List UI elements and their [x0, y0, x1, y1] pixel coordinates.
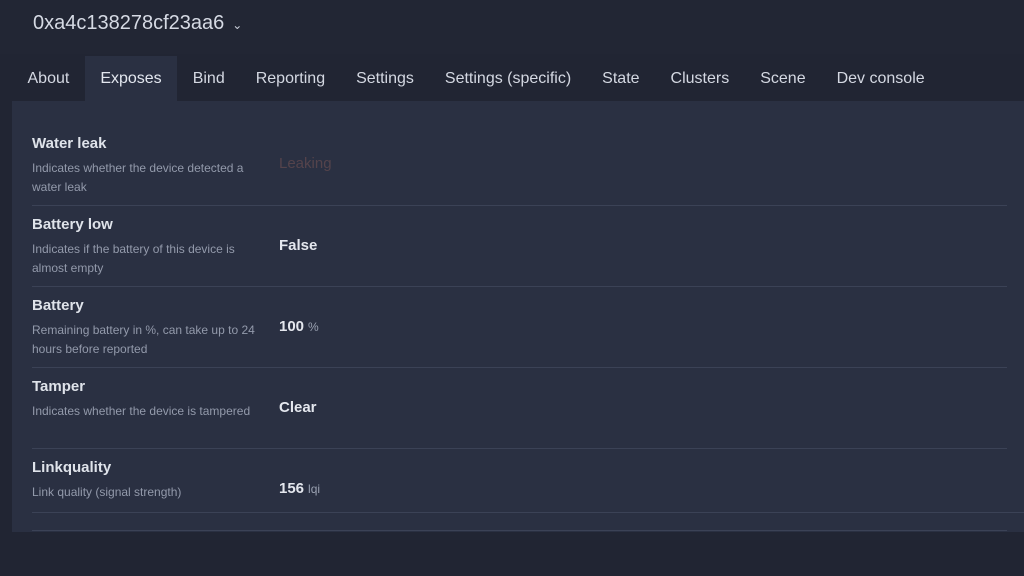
device-selector[interactable]: 0xa4c138278cf23aa6 ⌄	[33, 12, 242, 35]
expose-row-linkquality: Linkquality Link quality (signal strengt…	[32, 449, 1007, 531]
tab-exposes[interactable]: Exposes	[84, 56, 178, 101]
expose-value: False	[279, 237, 317, 254]
exposes-list: Water leak Indicates whether the device …	[32, 125, 1007, 531]
tab-bind[interactable]: Bind	[177, 56, 240, 101]
expose-unit: %	[308, 320, 319, 334]
expose-name: Battery low	[32, 216, 113, 233]
tab-state[interactable]: State	[587, 56, 655, 101]
expose-name: Water leak	[32, 135, 107, 152]
tab-dev-console[interactable]: Dev console	[821, 56, 940, 101]
tab-settings-specific[interactable]: Settings (specific)	[429, 56, 586, 101]
chevron-down-icon: ⌄	[232, 17, 243, 32]
expose-value: 156 lqi	[279, 480, 320, 497]
expose-unit: lqi	[308, 482, 321, 496]
expose-row-water-leak: Water leak Indicates whether the device …	[32, 125, 1007, 206]
expose-description: Indicates whether the device is tampered	[32, 404, 251, 418]
expose-value-text: 156	[279, 480, 305, 497]
device-title: 0xa4c138278cf23aa6	[33, 12, 225, 34]
expose-description: Indicates whether the device detected a …	[32, 161, 244, 194]
exposes-panel: Water leak Indicates whether the device …	[12, 101, 1024, 532]
tab-scene[interactable]: Scene	[745, 56, 821, 101]
expose-value: Leaking	[279, 155, 332, 172]
tab-bar: About Exposes Bind Reporting Settings Se…	[12, 56, 940, 101]
expose-row-battery-low: Battery low Indicates if the battery of …	[32, 206, 1007, 287]
expose-name: Battery	[32, 297, 84, 314]
expose-name: Linkquality	[32, 459, 112, 476]
expose-description: Indicates if the battery of this device …	[32, 242, 235, 275]
expose-row-battery: Battery Remaining battery in %, can take…	[32, 287, 1007, 368]
device-header: 0xa4c138278cf23aa6 ⌄	[0, 0, 1024, 54]
expose-value-text: Leaking	[279, 155, 332, 172]
expose-value-text: 100	[279, 318, 305, 335]
tab-about[interactable]: About	[12, 56, 85, 101]
tab-reporting[interactable]: Reporting	[240, 56, 340, 101]
expose-description: Remaining battery in %, can take up to 2…	[32, 323, 255, 356]
panel-divider	[32, 512, 1024, 513]
expose-value: Clear	[279, 399, 317, 416]
tab-settings[interactable]: Settings	[341, 56, 430, 101]
expose-value: 100%	[279, 318, 319, 335]
tab-clusters[interactable]: Clusters	[655, 56, 745, 101]
expose-row-tamper: Tamper Indicates whether the device is t…	[32, 368, 1007, 449]
expose-description: Link quality (signal strength)	[32, 485, 182, 499]
expose-name: Tamper	[32, 378, 86, 395]
expose-value-text: Clear	[279, 399, 317, 416]
expose-value-text: False	[279, 237, 318, 254]
